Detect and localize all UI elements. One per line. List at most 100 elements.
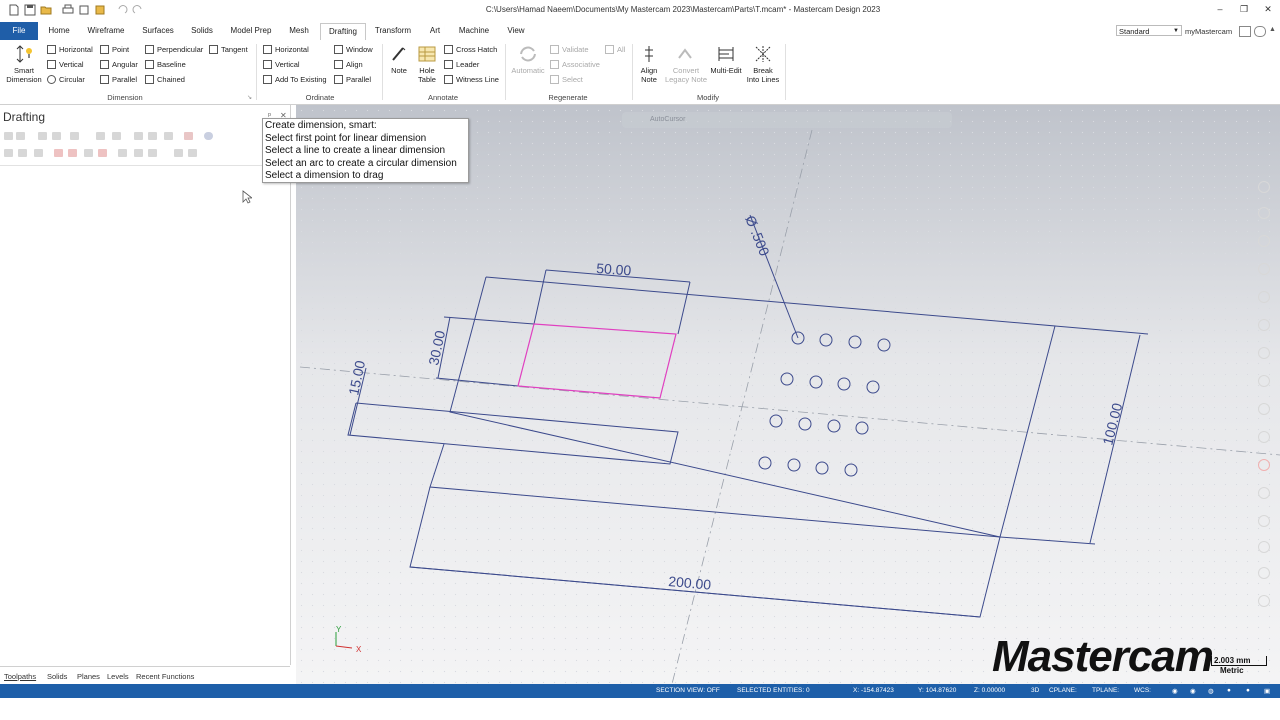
panel-tool-icon[interactable] bbox=[96, 132, 105, 140]
dim-horizontal-button[interactable]: Horizontal bbox=[47, 45, 93, 54]
tab-planes[interactable]: Planes bbox=[77, 672, 100, 681]
help-circle-icon[interactable] bbox=[204, 132, 213, 140]
ordinate-horizontal-button[interactable]: Horizontal bbox=[263, 45, 309, 54]
convert-legacy-note-button[interactable]: Convert Legacy Note bbox=[664, 44, 708, 84]
associative-button[interactable]: Associative bbox=[550, 60, 600, 69]
top-view-icon[interactable] bbox=[1258, 319, 1270, 331]
globe-view-icon[interactable]: ◉ bbox=[1190, 687, 1196, 695]
dim-parallel-button[interactable]: Parallel bbox=[100, 75, 137, 84]
tab-view[interactable]: View bbox=[502, 22, 530, 40]
dim-text-100[interactable]: 100.00 bbox=[1099, 401, 1125, 447]
dim-perpendicular-button[interactable]: Perpendicular bbox=[145, 45, 203, 54]
undo-arrow-icon[interactable] bbox=[116, 4, 128, 16]
translucency-icon[interactable]: ● bbox=[1246, 687, 1250, 694]
graphics-viewport[interactable]: AutoCursor 50.00 30.00 15.00 Ø .500 100.… bbox=[296, 105, 1280, 684]
wireframe-icon[interactable]: ◍ bbox=[1208, 687, 1214, 695]
save-icon[interactable] bbox=[24, 4, 36, 16]
pin-icon[interactable] bbox=[94, 4, 106, 16]
dim-chained-button[interactable]: Chained bbox=[145, 75, 185, 84]
panel-tool-icon[interactable] bbox=[134, 149, 143, 157]
mode-3d[interactable]: 3D bbox=[1031, 687, 1039, 694]
tab-toolpaths[interactable]: Toolpaths bbox=[4, 672, 36, 681]
panel-tool-icon[interactable] bbox=[84, 149, 93, 157]
tab-levels[interactable]: Levels bbox=[107, 672, 129, 681]
panel-tool-icon[interactable] bbox=[38, 132, 47, 140]
panel-tool-icon[interactable] bbox=[4, 132, 13, 140]
automatic-button[interactable]: Automatic bbox=[508, 44, 548, 75]
leader-button[interactable]: Leader bbox=[444, 60, 479, 69]
wireframe-view-icon[interactable] bbox=[1258, 487, 1270, 499]
zoom-out-icon[interactable] bbox=[1258, 207, 1270, 219]
new-file-icon[interactable] bbox=[8, 4, 20, 16]
note-button[interactable]: Note bbox=[386, 44, 412, 75]
cross-hatch-button[interactable]: Cross Hatch bbox=[444, 45, 497, 54]
tab-solids-manager[interactable]: Solids bbox=[47, 672, 67, 681]
tab-transform[interactable]: Transform bbox=[370, 22, 416, 40]
close-button[interactable]: ✕ bbox=[1258, 2, 1278, 18]
panel-tool-icon[interactable] bbox=[98, 149, 107, 157]
panel-tool-icon[interactable] bbox=[134, 132, 143, 140]
collapse-ribbon-icon[interactable]: ▲ bbox=[1269, 26, 1276, 33]
panel-tool-icon[interactable] bbox=[70, 132, 79, 140]
analyze-icon[interactable] bbox=[1258, 515, 1270, 527]
smart-dimension-button[interactable]: Smart Dimension bbox=[4, 44, 44, 84]
witness-line-button[interactable]: Witness Line bbox=[444, 75, 499, 84]
regen-select-button[interactable]: Select bbox=[550, 75, 583, 84]
tab-mesh[interactable]: Mesh bbox=[284, 22, 314, 40]
panel-tool-icon[interactable] bbox=[188, 149, 197, 157]
arrow-down-icon[interactable] bbox=[54, 149, 63, 157]
panel-tool-icon[interactable] bbox=[16, 132, 25, 140]
dim-tangent-button[interactable]: Tangent bbox=[209, 45, 248, 54]
tab-solids[interactable]: Solids bbox=[186, 22, 218, 40]
lock-icon[interactable] bbox=[4, 149, 13, 157]
tab-home[interactable]: Home bbox=[44, 22, 74, 40]
panel-tool-icon[interactable] bbox=[34, 149, 43, 157]
help-icon[interactable] bbox=[1254, 26, 1266, 37]
tab-surfaces[interactable]: Surfaces bbox=[138, 22, 178, 40]
dim-text-50[interactable]: 50.00 bbox=[596, 260, 632, 278]
multi-edit-button[interactable]: Multi-Edit bbox=[708, 44, 744, 75]
globe-icon[interactable]: ◉ bbox=[1172, 687, 1178, 695]
iso-view-icon[interactable] bbox=[1258, 403, 1270, 415]
panel-tool-icon[interactable] bbox=[112, 132, 121, 140]
more-tools-icon[interactable] bbox=[1258, 595, 1270, 607]
cplane-status[interactable]: CPLANE: bbox=[1049, 687, 1077, 694]
panel-tool-icon[interactable] bbox=[18, 149, 27, 157]
dim-circular-button[interactable]: Circular bbox=[47, 75, 85, 84]
dim-angular-button[interactable]: Angular bbox=[100, 60, 138, 69]
tab-machine[interactable]: Machine bbox=[454, 22, 494, 40]
tplane-status[interactable]: TPLANE: bbox=[1092, 687, 1119, 694]
dim-baseline-button[interactable]: Baseline bbox=[145, 60, 186, 69]
zoom-in-icon[interactable] bbox=[1258, 181, 1270, 193]
dim-vertical-button[interactable]: Vertical bbox=[47, 60, 84, 69]
panel-tool-icon[interactable] bbox=[164, 132, 173, 140]
pan-view-icon[interactable] bbox=[1258, 291, 1270, 303]
panel-tool-icon[interactable] bbox=[184, 132, 193, 140]
workspace-dropdown[interactable]: Standard ▼ bbox=[1116, 25, 1182, 36]
open-icon[interactable] bbox=[40, 4, 52, 16]
validate-button[interactable]: Validate bbox=[550, 45, 589, 54]
dim-text-30[interactable]: 30.00 bbox=[425, 329, 448, 367]
tab-wireframe[interactable]: Wireframe bbox=[82, 22, 130, 40]
wcs-status[interactable]: WCS: bbox=[1134, 687, 1151, 694]
z-coordinate[interactable]: Z: 0.00000 bbox=[974, 687, 1005, 694]
arrow-up-icon[interactable] bbox=[68, 149, 77, 157]
ordinate-add-existing-button[interactable]: Add To Existing bbox=[263, 75, 327, 84]
tab-art[interactable]: Art bbox=[424, 22, 446, 40]
ordinate-vertical-button[interactable]: Vertical bbox=[263, 60, 300, 69]
clear-colors-icon[interactable] bbox=[1258, 567, 1270, 579]
dim-text-diameter[interactable]: Ø .500 bbox=[742, 213, 773, 258]
chat-icon[interactable] bbox=[1239, 26, 1251, 37]
shaded-icon[interactable]: ● bbox=[1227, 687, 1231, 694]
minimize-button[interactable]: – bbox=[1210, 2, 1230, 18]
front-view-icon[interactable] bbox=[1258, 347, 1270, 359]
tab-recent-functions[interactable]: Recent Functions bbox=[136, 672, 194, 681]
fit-view-icon[interactable] bbox=[1258, 235, 1270, 247]
panel-tool-icon[interactable] bbox=[118, 149, 127, 157]
section-view-status[interactable]: SECTION VIEW: OFF bbox=[656, 687, 720, 694]
undo-icon[interactable] bbox=[78, 4, 90, 16]
my-mastercam-link[interactable]: myMastercam bbox=[1185, 27, 1232, 36]
redo-arrow-icon[interactable] bbox=[132, 4, 144, 16]
drawing-canvas[interactable]: 50.00 30.00 15.00 Ø .500 100.00 200.00 Y… bbox=[296, 105, 1280, 684]
rotate-view-icon[interactable] bbox=[1258, 263, 1270, 275]
